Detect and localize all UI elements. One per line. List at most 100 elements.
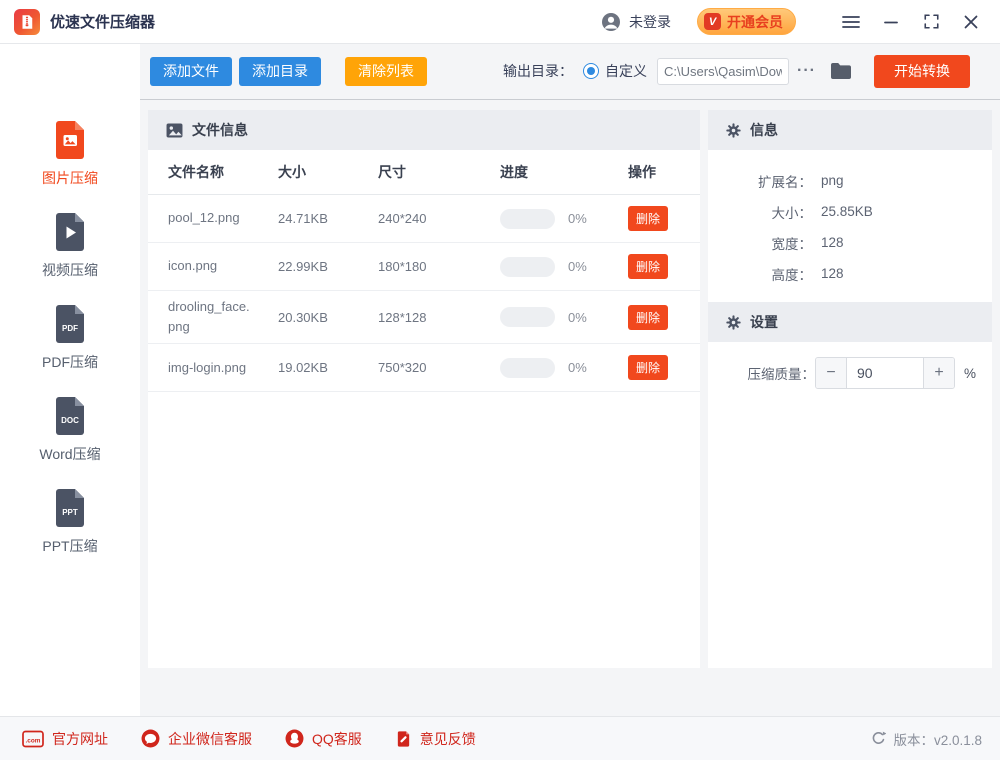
pdf-file-icon: PDF bbox=[0, 304, 140, 344]
footer: .com 官方网址 企业微信客服 QQ客服 bbox=[0, 716, 1000, 760]
wechat-support-link[interactable]: 企业微信客服 bbox=[141, 729, 252, 749]
svg-text:PPT: PPT bbox=[62, 508, 78, 517]
file-panel-title: 文件信息 bbox=[192, 120, 248, 140]
col-size: 大小 bbox=[278, 162, 378, 182]
image-file-icon bbox=[0, 120, 140, 160]
table-row: icon.png 22.99KB 180*180 0% 删除 bbox=[148, 243, 700, 291]
official-site-label: 官方网址 bbox=[52, 729, 108, 749]
progress-text: 0% bbox=[568, 211, 587, 226]
minimize-icon[interactable] bbox=[880, 11, 902, 33]
menu-icon[interactable] bbox=[840, 11, 862, 33]
quality-minus-button[interactable]: − bbox=[816, 358, 846, 388]
progress-text: 0% bbox=[568, 259, 587, 274]
add-file-button[interactable]: 添加文件 bbox=[150, 57, 232, 86]
quality-label: 压缩质量： bbox=[708, 363, 815, 383]
info-value-size: 25.85KB bbox=[821, 204, 873, 219]
gear-icon bbox=[726, 123, 741, 138]
sidebar-item-image-compress[interactable]: 图片压缩 bbox=[0, 120, 140, 188]
feedback-icon bbox=[395, 730, 412, 748]
sidebar-item-label: PDF压缩 bbox=[0, 352, 140, 372]
quality-unit: % bbox=[964, 366, 976, 381]
info-fields: 扩展名：png 大小：25.85KB 宽度：128 高度：128 bbox=[708, 150, 992, 302]
check-update-icon[interactable] bbox=[871, 731, 886, 746]
panels-row: 文件信息 文件名称 大小 尺寸 进度 操作 pool_12.png 24.71K… bbox=[140, 100, 1000, 668]
vip-label: 开通会员 bbox=[727, 12, 783, 32]
titlebar: 优速文件压缩器 未登录 V 开通会员 bbox=[0, 0, 1000, 44]
app-title: 优速文件压缩器 bbox=[50, 11, 155, 32]
info-label-size: 大小： bbox=[708, 202, 812, 222]
custom-radio[interactable] bbox=[583, 63, 599, 79]
file-size: 20.30KB bbox=[278, 310, 378, 325]
version-box: 版本：v2.0.1.8 bbox=[871, 729, 982, 749]
dotcom-icon: .com bbox=[22, 730, 44, 748]
main-area: 图片压缩 视频压缩 PDF bbox=[0, 44, 1000, 716]
custom-option-label: 自定义 bbox=[605, 61, 647, 81]
titlebar-right: 未登录 V 开通会员 bbox=[601, 8, 982, 35]
file-dims: 750*320 bbox=[378, 360, 500, 375]
col-file-name: 文件名称 bbox=[168, 162, 278, 182]
quality-setting-row: 压缩质量： − + % bbox=[708, 342, 992, 389]
delete-button[interactable]: 删除 bbox=[628, 254, 668, 279]
start-convert-button[interactable]: 开始转换 bbox=[874, 55, 970, 88]
delete-button[interactable]: 删除 bbox=[628, 355, 668, 380]
qq-support-link[interactable]: QQ客服 bbox=[285, 729, 362, 749]
progress-text: 0% bbox=[568, 360, 587, 375]
table-row: img-login.png 19.02KB 750*320 0% 删除 bbox=[148, 344, 700, 392]
official-site-link[interactable]: .com 官方网址 bbox=[22, 729, 108, 749]
maximize-icon[interactable] bbox=[920, 11, 942, 33]
progress-bar bbox=[500, 257, 555, 277]
gear-icon bbox=[726, 315, 741, 330]
info-label-ext: 扩展名： bbox=[708, 171, 812, 191]
progress-bar bbox=[500, 209, 555, 229]
vip-icon: V bbox=[704, 13, 721, 30]
wechat-support-label: 企业微信客服 bbox=[168, 729, 252, 749]
info-label-height: 高度： bbox=[708, 264, 812, 284]
svg-text:.com: .com bbox=[26, 737, 41, 744]
toolbar: 添加文件 添加目录 清除列表 输出目录： 自定义 ··· 开始转换 bbox=[140, 44, 1000, 100]
quality-plus-button[interactable]: + bbox=[924, 358, 954, 388]
browse-more-button[interactable]: ··· bbox=[797, 62, 816, 80]
sidebar-item-pdf-compress[interactable]: PDF PDF压缩 bbox=[0, 304, 140, 372]
progress-text: 0% bbox=[568, 310, 587, 325]
file-panel-header: 文件信息 bbox=[148, 110, 700, 150]
file-dims: 180*180 bbox=[378, 259, 500, 274]
file-name: drooling_face.png bbox=[168, 291, 278, 343]
svg-text:PDF: PDF bbox=[62, 324, 78, 333]
file-size: 22.99KB bbox=[278, 259, 378, 274]
table-row: pool_12.png 24.71KB 240*240 0% 删除 bbox=[148, 195, 700, 243]
delete-button[interactable]: 删除 bbox=[628, 206, 668, 231]
col-dims: 尺寸 bbox=[378, 162, 500, 182]
output-dir-group: 输出目录： 自定义 ··· 开始转换 bbox=[503, 55, 970, 88]
wechat-icon bbox=[141, 729, 160, 748]
version-label: 版本：v2.0.1.8 bbox=[893, 729, 982, 749]
file-size: 19.02KB bbox=[278, 360, 378, 375]
progress-bar bbox=[500, 307, 555, 327]
login-button[interactable]: 未登录 bbox=[601, 12, 671, 32]
quality-input[interactable] bbox=[846, 358, 924, 388]
add-directory-button[interactable]: 添加目录 bbox=[239, 57, 321, 86]
login-status: 未登录 bbox=[629, 12, 671, 32]
image-info-icon bbox=[166, 123, 183, 138]
sidebar-item-label: 视频压缩 bbox=[0, 260, 140, 280]
settings-panel-title: 设置 bbox=[750, 312, 778, 332]
file-size: 24.71KB bbox=[278, 211, 378, 226]
sidebar-item-video-compress[interactable]: 视频压缩 bbox=[0, 212, 140, 280]
folder-icon[interactable] bbox=[830, 62, 852, 80]
feedback-label: 意见反馈 bbox=[420, 729, 476, 749]
sidebar-item-ppt-compress[interactable]: PPT PPT压缩 bbox=[0, 488, 140, 556]
settings-panel-header: 设置 bbox=[708, 302, 992, 342]
app-logo-icon bbox=[14, 9, 40, 35]
info-panel-header: 信息 bbox=[708, 110, 992, 150]
clear-list-button[interactable]: 清除列表 bbox=[345, 57, 427, 86]
info-value-height: 128 bbox=[821, 266, 844, 281]
app-identity: 优速文件压缩器 bbox=[14, 9, 155, 35]
feedback-link[interactable]: 意见反馈 bbox=[395, 729, 476, 749]
delete-button[interactable]: 删除 bbox=[628, 305, 668, 330]
sidebar-item-word-compress[interactable]: DOC Word压缩 bbox=[0, 396, 140, 464]
app-window: 优速文件压缩器 未登录 V 开通会员 bbox=[0, 0, 1000, 760]
file-name: icon.png bbox=[168, 250, 278, 282]
sidebar-item-label: PPT压缩 bbox=[0, 536, 140, 556]
vip-upgrade-button[interactable]: V 开通会员 bbox=[697, 8, 796, 35]
output-path-input[interactable] bbox=[657, 58, 789, 85]
close-icon[interactable] bbox=[960, 11, 982, 33]
